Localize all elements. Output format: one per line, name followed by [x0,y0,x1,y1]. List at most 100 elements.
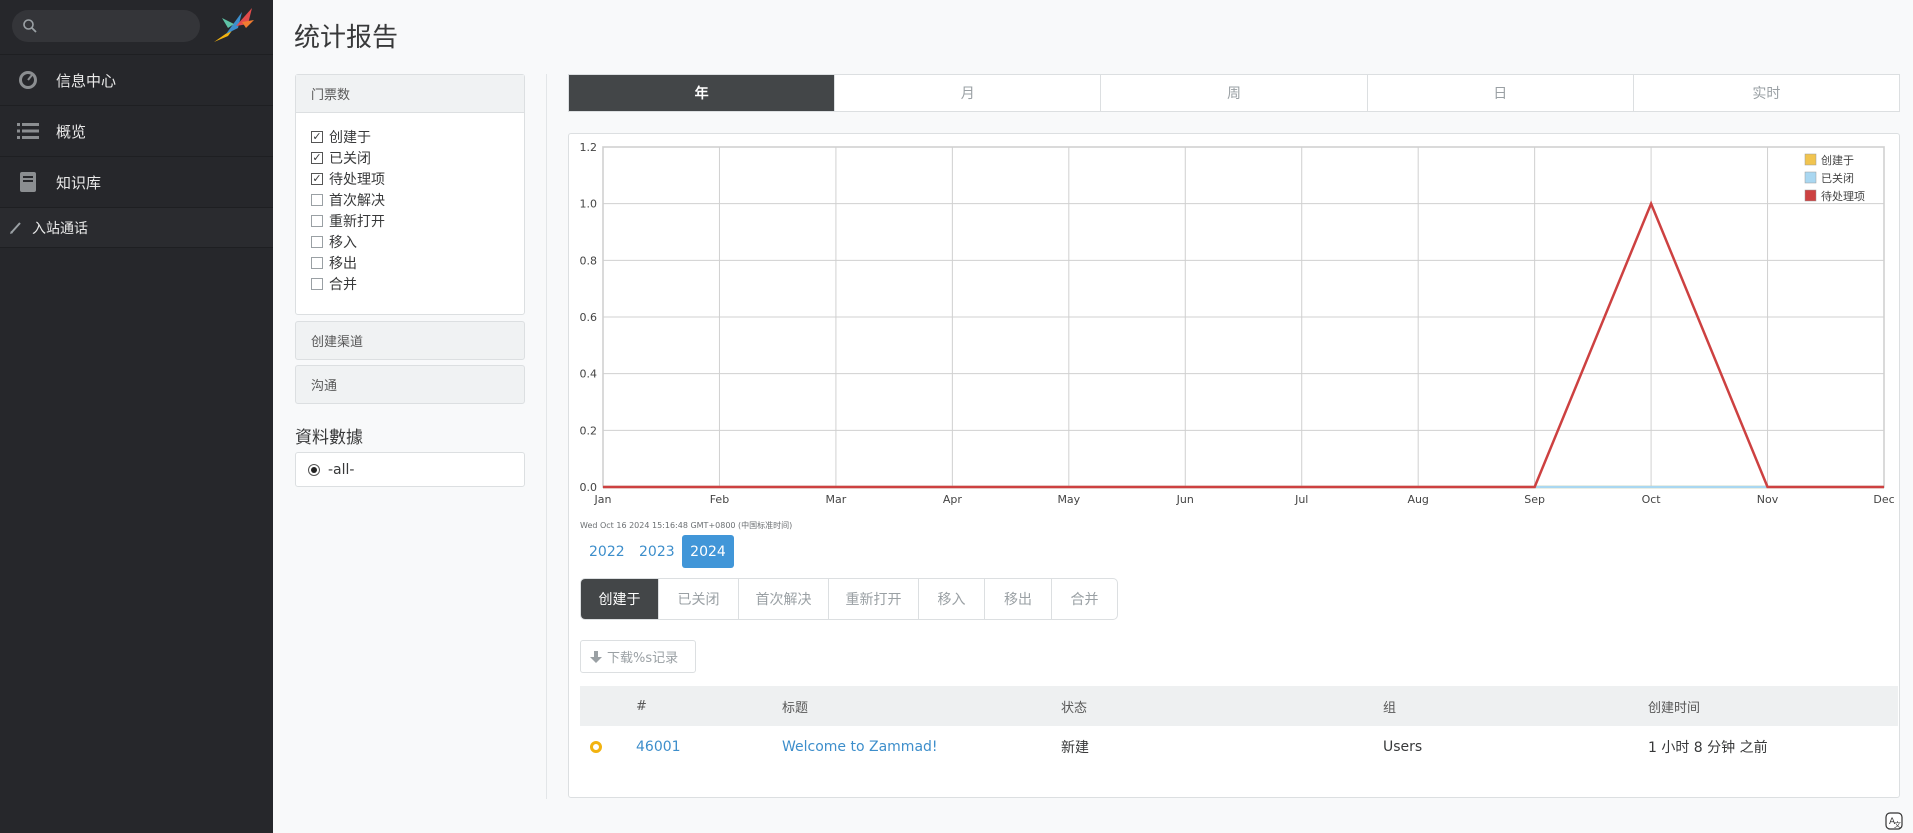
year-button-2023[interactable]: 2023 [631,535,683,568]
checkbox-label: 创建于 [329,129,371,146]
col-title-header[interactable]: 标题 [782,697,1061,716]
table-row[interactable]: 46001 Welcome to Zammad! 新建 Users 1 小时 8… [580,726,1898,768]
nav-sub-label: 入站通话 [32,220,88,237]
report-type-tab[interactable]: 移入 [918,579,984,619]
period-tab[interactable]: 周 [1100,75,1366,111]
ticket-count-checklist: ✓ 创建于 ✓ 已关闭 ✓ 待处理项 首次解决重新打开移入移出合并 [296,113,524,294]
checkbox-checked-icon[interactable]: ✓ [311,172,323,185]
checkbox-unchecked-icon[interactable] [311,214,323,227]
col-state-header[interactable]: 状态 [1061,697,1383,716]
report-type-tab[interactable]: 移出 [984,579,1051,619]
chart-panel: 0.0 0.2 0.4 0.6 0.8 1.0 1.2 Jan Feb Mar Apr May Jun J… [568,133,1900,798]
legend-swatch [1804,171,1817,184]
y-tick-label: 0.8 [580,254,598,267]
x-tick-label: Aug [1407,493,1428,506]
period-tab[interactable]: 年 [569,75,835,111]
nav-item-inbound-calls[interactable]: 入站通话 [0,207,273,248]
y-tick-label: 1.2 [580,141,598,154]
report-type-tabs: 创建于 已关闭 首次解决 重新打开 移入 移出 合并 [580,578,1118,620]
checkbox-unchecked-icon[interactable] [311,193,323,206]
list-icon [16,119,40,143]
period-tab[interactable]: 月 [834,75,1100,111]
x-tick-label: Jul [1294,493,1308,506]
report-type-tab[interactable]: 重新打开 [828,579,918,619]
period-tabs: 年月周日实时 [568,74,1900,112]
checkbox-label: 移出 [329,255,357,272]
chart-timestamp: Wed Oct 16 2024 15:16:48 GMT+0800 (中国标准时… [580,521,793,530]
legend-label: 已关闭 [1821,171,1854,185]
checkbox-checked-icon[interactable]: ✓ [311,151,323,164]
checkbox-label: 移入 [329,234,357,251]
y-tick-label: 1.0 [580,198,598,211]
channel-panel[interactable]: 创建渠道 [295,321,525,360]
ticket-table: # 标题 状态 组 创建时间 46001 Welcome to Zammad! … [580,686,1898,768]
dashboard-icon [16,68,40,92]
search-input[interactable] [12,10,200,42]
series-line [603,200,1884,489]
report-type-tab[interactable]: 已关闭 [658,579,738,619]
checkbox-row[interactable]: ✓ 已关闭 [296,147,524,168]
ticket-number-link[interactable]: 46001 [636,739,782,755]
year-button-2022[interactable]: 2022 [581,535,633,568]
sidebar: 信息中心 概览 知识库 入站通话 [0,0,273,833]
ticket-state: 新建 [1061,740,1089,756]
ticket-title-link[interactable]: Welcome to Zammad! [782,739,1061,755]
checkbox-label: 重新打开 [329,213,385,230]
col-created-header[interactable]: 创建时间 [1648,697,1898,716]
year-button-2024[interactable]: 2024 [682,535,734,568]
download-records-button[interactable]: 下载%s记录 [580,640,696,673]
zammad-logo-icon[interactable] [212,6,256,46]
pencil-icon [10,221,21,234]
report-type-tab[interactable]: 合并 [1051,579,1117,619]
x-tick-label: Sep [1524,493,1545,506]
download-icon [590,650,602,663]
checkbox-row[interactable]: 首次解决 [296,189,524,210]
radio-selected-icon[interactable] [308,463,320,476]
translate-icon[interactable]: A 文 [1885,812,1903,830]
period-tab[interactable]: 实时 [1632,75,1899,111]
checkbox-row[interactable]: ✓ 创建于 [296,126,524,147]
y-tick-label: 0.6 [580,311,598,324]
download-label: 下载%s记录 [607,651,679,666]
nav-item-dashboard[interactable]: 信息中心 [0,54,273,105]
checkbox-unchecked-icon[interactable] [311,235,323,248]
vertical-divider [546,74,547,799]
book-icon [16,170,40,194]
nav-item-knowledge-base[interactable]: 知识库 [0,156,273,207]
checkbox-row[interactable]: 重新打开 [296,210,524,231]
ticket-count-panel-title[interactable]: 门票数 [296,75,524,113]
ticket-created: 1 小时 8 分钟 之前 [1648,740,1768,756]
legend-label: 待处理项 [1821,189,1865,203]
page-title: 统计报告 [294,23,399,53]
col-group-header[interactable]: 组 [1383,697,1648,716]
checkbox-checked-icon[interactable]: ✓ [311,130,323,143]
report-type-tab[interactable]: 首次解决 [738,579,828,619]
report-type-tab[interactable]: 创建于 [581,579,658,619]
svg-text:文: 文 [1894,820,1901,829]
y-tick-label: 0.2 [580,424,598,437]
x-tick-label: Jun [1176,493,1194,506]
x-tick-label: Feb [710,493,729,506]
checkbox-label: 合并 [329,276,357,293]
col-number-header[interactable]: # [636,699,782,714]
nav-item-label: 知识库 [56,173,102,192]
checkbox-unchecked-icon[interactable] [311,277,323,290]
checkbox-unchecked-icon[interactable] [311,256,323,269]
profile-option-label: -all- [328,461,355,478]
checkbox-row[interactable]: ✓ 待处理项 [296,168,524,189]
checkbox-row[interactable]: 合并 [296,273,524,294]
x-tick-label: Nov [1757,493,1779,506]
search-icon [23,19,37,33]
communication-panel[interactable]: 沟通 [295,365,525,404]
checkbox-label: 已关闭 [329,150,371,167]
table-header: # 标题 状态 组 创建时间 [580,686,1898,726]
x-tick-label: Apr [943,493,963,506]
legend-label: 创建于 [1821,153,1854,167]
nav-item-label: 信息中心 [56,71,117,90]
checkbox-row[interactable]: 移入 [296,231,524,252]
profile-title: 資料數據 [295,428,363,448]
checkbox-row[interactable]: 移出 [296,252,524,273]
period-tab[interactable]: 日 [1366,75,1633,111]
profile-option-all[interactable]: -all- [295,452,525,487]
nav-item-overviews[interactable]: 概览 [0,105,273,156]
